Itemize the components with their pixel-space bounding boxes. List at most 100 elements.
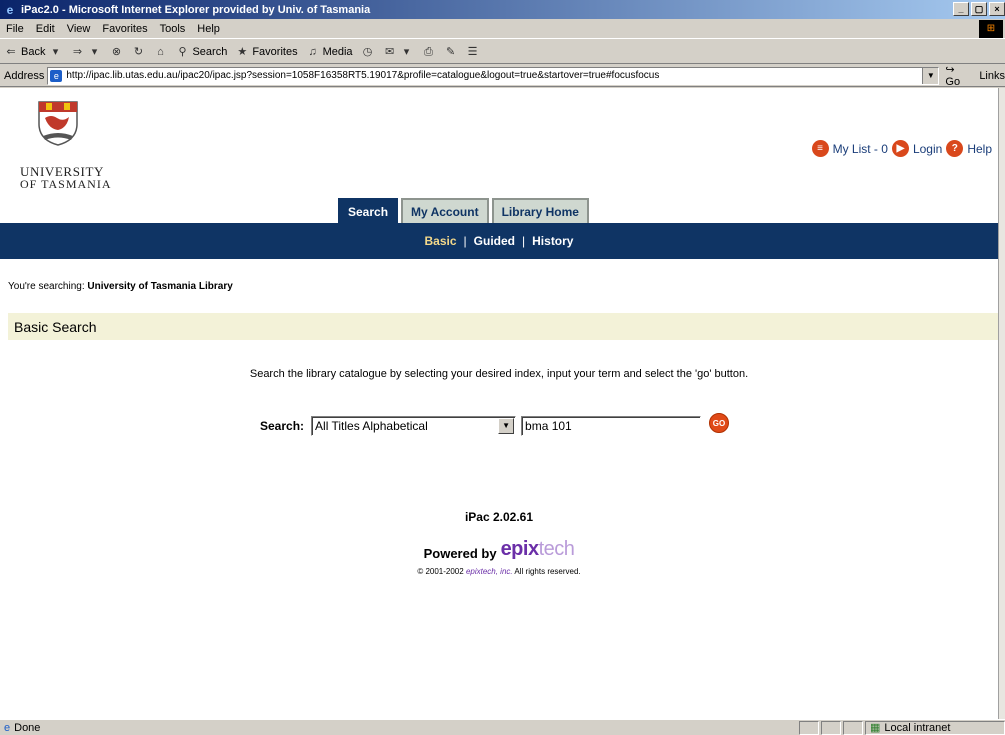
- links-button[interactable]: Links: [979, 70, 1005, 82]
- university-name-line2: OF TASMANIA: [20, 177, 112, 191]
- search-label: Search:: [260, 419, 305, 433]
- login-arrow-icon: ▶: [891, 140, 909, 157]
- status-cell: [821, 720, 841, 735]
- copyright: © 2001-2002 epixtech, inc. All rights re…: [417, 567, 581, 576]
- chevron-down-icon: ▾: [52, 45, 59, 58]
- subnav-guided[interactable]: Guided: [474, 234, 515, 248]
- status-cell: [843, 720, 863, 735]
- maximize-button[interactable]: ▢: [971, 2, 987, 16]
- epixtech-link[interactable]: epixtech, inc.: [466, 567, 513, 576]
- page-icon: e: [50, 69, 63, 82]
- window-controls: _ ▢ ×: [953, 2, 1005, 16]
- forward-button[interactable]: ⇒ ▾: [70, 45, 101, 59]
- media-button[interactable]: ♫ Media: [306, 45, 352, 59]
- forward-arrow-icon: ⇒: [72, 45, 83, 58]
- my-list-link[interactable]: My List - 0: [833, 142, 888, 156]
- main-tabs: Search My Account Library Home: [338, 198, 589, 223]
- sub-navigation: Basic | Guided | History: [0, 223, 998, 259]
- history-icon: ◷: [362, 45, 373, 58]
- home-button[interactable]: ⌂: [153, 45, 167, 59]
- discuss-icon: ☰: [467, 45, 478, 58]
- address-bar: Address e http://ipac.lib.utas.edu.au/ip…: [0, 63, 1005, 88]
- chevron-down-icon[interactable]: ▼: [922, 67, 939, 84]
- status-bar: e Done ▦ Local intranet: [0, 719, 1005, 735]
- refresh-icon: ↻: [133, 45, 144, 58]
- subnav-separator: |: [463, 234, 467, 248]
- favorites-icon: ★: [237, 45, 248, 58]
- chevron-down-icon[interactable]: ▼: [498, 418, 515, 434]
- history-button[interactable]: ◷: [361, 45, 375, 59]
- login-link[interactable]: Login: [913, 142, 942, 156]
- edit-button[interactable]: ✎: [444, 45, 458, 59]
- help-link[interactable]: Help: [967, 142, 992, 156]
- menu-favorites[interactable]: Favorites: [96, 23, 153, 35]
- menu-tools[interactable]: Tools: [154, 23, 192, 35]
- address-input[interactable]: e http://ipac.lib.utas.edu.au/ipac20/ipa…: [47, 66, 940, 85]
- top-links: ≡ My List - 0 ▶ Login ? Help: [811, 140, 992, 157]
- ie-logo-icon: e: [6, 2, 14, 17]
- status-cell: [799, 720, 819, 735]
- favorites-button[interactable]: ★ Favorites: [235, 45, 297, 59]
- status-text: e Done: [4, 721, 41, 734]
- print-icon: ⎙: [424, 45, 433, 58]
- search-index-value: All Titles Alphabetical: [315, 419, 428, 433]
- media-icon: ♫: [308, 45, 317, 58]
- page-header: UNIVERSITY OF TASMANIA ≡ My List - 0 ▶ L…: [0, 88, 998, 223]
- minimize-button[interactable]: _: [953, 2, 969, 16]
- searching-scope: You're searching: University of Tasmania…: [8, 281, 233, 292]
- go-button[interactable]: ↪ Go: [945, 63, 971, 88]
- search-button[interactable]: ⚲ Search: [175, 45, 227, 59]
- subnav-history[interactable]: History: [532, 234, 573, 248]
- window-title: iPac2.0 - Microsoft Internet Explorer pr…: [21, 3, 371, 16]
- search-index-select[interactable]: All Titles Alphabetical ▼: [311, 416, 517, 436]
- searching-prefix: You're searching:: [8, 281, 85, 292]
- searching-library: University of Tasmania Library: [87, 281, 233, 292]
- mail-button[interactable]: ✉ ▾: [383, 45, 414, 59]
- chevron-down-icon: ▾: [403, 45, 410, 58]
- list-icon: ≡: [811, 140, 829, 157]
- page-viewport: UNIVERSITY OF TASMANIA ≡ My List - 0 ▶ L…: [0, 88, 998, 719]
- powered-by-label: Powered by: [423, 546, 497, 561]
- print-button[interactable]: ⎙: [422, 45, 436, 59]
- page-footer: iPac 2.02.61 Powered by epixtech © 2001-…: [0, 510, 998, 576]
- close-button[interactable]: ×: [989, 2, 1005, 16]
- address-url: http://ipac.lib.utas.edu.au/ipac20/ipac.…: [66, 70, 660, 81]
- stop-icon: ⊗: [111, 45, 122, 58]
- browser-toolbar: ⇐ Back ▾ ⇒ ▾ ⊗ ↻ ⌂ ⚲ Search ★ Favorites …: [0, 40, 1005, 64]
- university-crest-icon: [38, 101, 78, 146]
- tab-library-home[interactable]: Library Home: [491, 198, 589, 223]
- menu-view[interactable]: View: [61, 23, 97, 35]
- powered-by: Powered by epixtech: [0, 538, 998, 561]
- windows-logo-icon: ⊞: [979, 20, 1003, 38]
- vertical-scrollbar[interactable]: [998, 88, 1005, 719]
- back-button[interactable]: ⇐ Back ▾: [4, 45, 62, 59]
- menu-edit[interactable]: Edit: [30, 23, 61, 35]
- security-zone: ▦ Local intranet: [865, 720, 1005, 735]
- tab-search[interactable]: Search: [338, 198, 399, 223]
- stop-button[interactable]: ⊗: [109, 45, 123, 59]
- university-name: UNIVERSITY OF TASMANIA: [20, 165, 112, 191]
- ipac-version: iPac 2.02.61: [464, 510, 534, 524]
- menu-bar: File Edit View Favorites Tools Help ⊞: [0, 19, 1005, 39]
- menu-help[interactable]: Help: [191, 23, 226, 35]
- menu-file[interactable]: File: [0, 23, 30, 35]
- back-arrow-icon: ⇐: [6, 45, 16, 58]
- search-form: Search: All Titles Alphabetical ▼ bma 10…: [260, 413, 730, 436]
- mail-icon: ✉: [384, 45, 395, 58]
- section-title: Basic Search: [8, 313, 998, 340]
- page-done-icon: e: [4, 721, 11, 734]
- intranet-icon: ▦: [870, 722, 881, 734]
- tab-my-account[interactable]: My Account: [401, 198, 489, 223]
- chevron-down-icon: ▾: [91, 45, 98, 58]
- search-input[interactable]: bma 101: [521, 416, 702, 436]
- help-icon: ?: [946, 140, 964, 157]
- search-icon: ⚲: [178, 45, 187, 58]
- discuss-button[interactable]: ☰: [466, 45, 480, 59]
- home-icon: ⌂: [157, 45, 164, 58]
- edit-icon: ✎: [445, 45, 456, 58]
- go-search-button[interactable]: GO: [709, 413, 730, 433]
- subnav-basic[interactable]: Basic: [425, 234, 457, 248]
- search-instructions: Search the library catalogue by selectin…: [249, 368, 749, 380]
- refresh-button[interactable]: ↻: [131, 45, 145, 59]
- epixtech-logo[interactable]: epixtech: [501, 538, 575, 561]
